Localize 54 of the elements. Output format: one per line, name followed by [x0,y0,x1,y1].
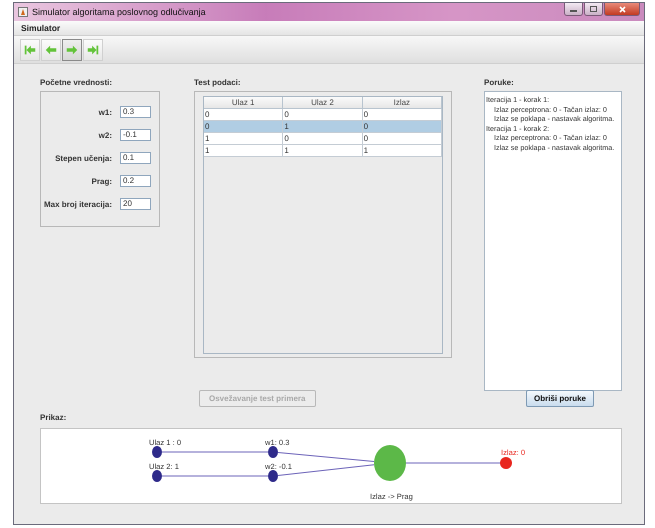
output-node [500,457,512,469]
table-cell: 0 [362,121,442,133]
toolbar-button[interactable] [20,38,40,60]
app-icon [18,7,28,17]
table-cell: 0 [283,133,363,145]
section-label: Početne vrednosti: [40,78,114,89]
maximize-button[interactable] [584,3,603,16]
table-row[interactable]: 1 0 0 [204,133,442,145]
weight-node [268,446,278,458]
field-label: w2: [98,130,112,140]
toolbar-button[interactable] [41,38,61,60]
clear-button[interactable]: Obriši poruke [526,390,594,407]
table-cell: 1 [283,121,363,133]
section-label: Prikaz: [40,413,68,424]
table-cell: 0 [283,109,363,121]
table-row[interactable]: 1 1 1 [204,145,442,157]
table-row[interactable]: 0 0 0 [204,109,442,121]
table-cell: 0 [204,121,284,133]
arrow-icon [23,42,37,56]
input-field[interactable]: 0.1 [120,152,151,164]
column-header[interactable]: Ulaz 1 [204,97,284,109]
toolbar-button[interactable] [62,38,82,60]
table-cell: 1 [283,145,363,157]
input-node [152,470,162,482]
field-label: Prag: [90,176,112,186]
minimize-button[interactable] [564,3,583,16]
toolbar-button[interactable] [83,38,103,60]
neuron-node [374,445,406,481]
input-field[interactable]: 0.3 [120,106,151,118]
table-cell: 1 [204,133,284,145]
section-label: Poruke: [484,78,515,89]
table-cell: 1 [362,145,442,157]
input-field[interactable]: -0.1 [120,129,151,141]
section-label: Test podaci: [194,78,242,89]
table-row[interactable]: 0 1 0 [204,121,442,133]
close-button[interactable] [604,3,640,16]
table-cell: 0 [204,109,284,121]
close-icon [618,6,626,12]
input-field[interactable]: 0.2 [120,175,151,187]
table-cell: 1 [204,145,284,157]
column-header[interactable]: Izlaz [362,97,442,109]
menu-item[interactable]: Simulator [21,23,60,33]
field-label: Stepen učenja: [54,154,112,162]
input-node [152,446,162,458]
column-header[interactable]: Ulaz 2 [283,97,363,109]
table-cell: 0 [362,109,442,121]
field-label: Max broj iteracija: [42,200,112,208]
field-label: w1: [98,108,112,116]
maximize-icon [590,6,597,12]
weight-node [268,470,278,482]
input-field[interactable]: 20 [120,198,151,210]
table-cell: 0 [362,133,442,145]
window-title: Simulator algoritama poslovnog odlučivanja [32,7,206,17]
arrow-icon [86,42,100,56]
